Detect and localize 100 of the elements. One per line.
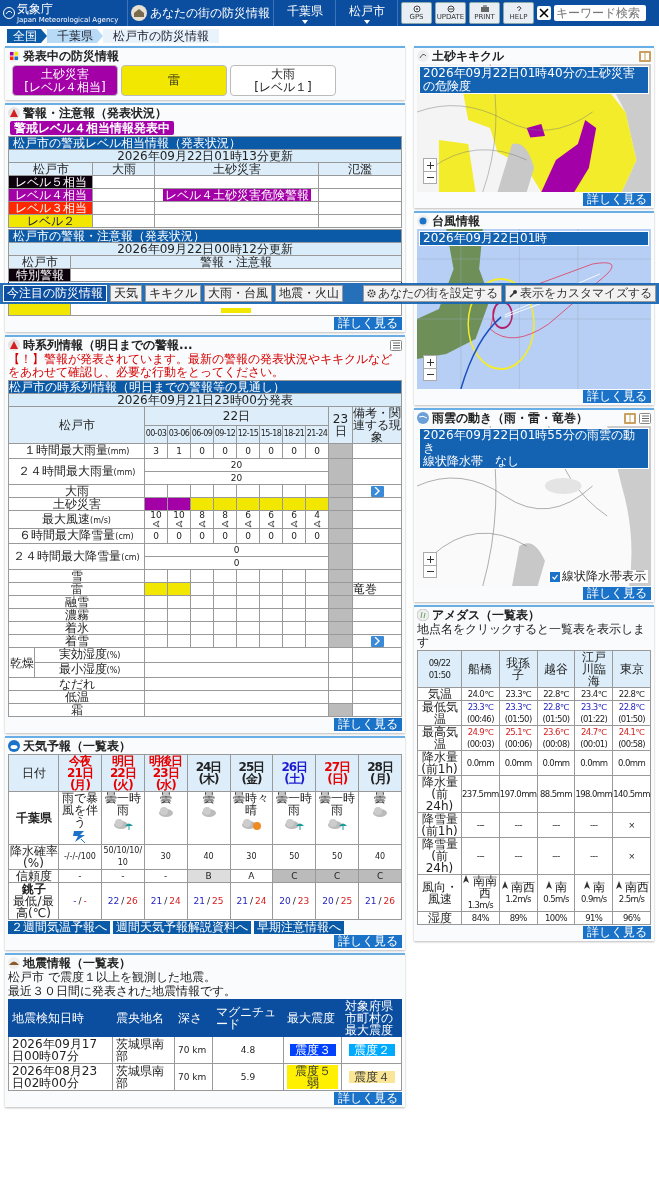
- tab[interactable]: 大雨・台風: [204, 284, 272, 302]
- min-temperature: 21: [150, 896, 163, 906]
- panel-title: 警報・注意報（発表状況）: [23, 106, 168, 120]
- nav-dropdown[interactable]: 松戸市: [335, 0, 397, 26]
- column-header: 対象府県: [345, 1000, 394, 1012]
- separator: /: [378, 896, 382, 906]
- panel-title: 地震情報（一覧表）: [23, 956, 132, 970]
- max-temperature: 24: [254, 896, 267, 906]
- more-button[interactable]: 詳しく見る: [583, 926, 651, 939]
- wind-speed: 1.3m/s: [466, 899, 495, 911]
- wind-direction: 南西: [511, 881, 536, 893]
- wind-speed: 4: [313, 511, 321, 520]
- table-cell: 4.8: [212, 1036, 284, 1064]
- observed-time: (00:01): [579, 738, 609, 750]
- weather-text: 曇一時雨: [318, 792, 357, 816]
- breadcrumb-link[interactable]: 千葉県: [47, 29, 103, 43]
- wind-speed: 8: [198, 511, 206, 520]
- observed-time: (00:03): [465, 738, 495, 750]
- link-button[interactable]: 早期注意情報へ: [254, 921, 344, 934]
- wind-speed: 1.2m/s: [504, 893, 532, 905]
- column-header: 市町村の: [345, 1012, 394, 1024]
- tab[interactable]: 今注目の防災情報: [3, 284, 107, 302]
- table-cell: 2026年09月17日00時07分: [8, 1036, 113, 1064]
- more-button[interactable]: 詳しく見る: [334, 718, 402, 731]
- map-caption: 線状降水帯 なし: [423, 455, 520, 468]
- temperature-value: 24.7℃: [580, 726, 608, 738]
- weather-text: 曇: [201, 792, 216, 804]
- max-temperature: 25: [212, 896, 224, 906]
- action-button[interactable]: あなたの街を設定する: [363, 284, 502, 302]
- panel-title: 時系列情報（明日までの警報...: [23, 338, 194, 352]
- date-label: 22日(火): [108, 767, 137, 791]
- more-button[interactable]: 詳しく見る: [583, 390, 651, 403]
- table-caption: 松戸市の警報・注意報（発表状況）: [8, 229, 402, 243]
- breadcrumb-link[interactable]: 全国: [5, 29, 47, 43]
- row-header: １時間最大雨量: [23, 443, 108, 457]
- nav-dropdown[interactable]: 千葉県: [273, 0, 335, 26]
- temperature-value: 23.3℃: [580, 701, 608, 713]
- max-temperature: 26: [383, 896, 396, 906]
- date-label: 24日(木): [194, 761, 223, 785]
- more-button[interactable]: 詳しく見る: [583, 587, 651, 600]
- panel-title: 雨雲の動き（雨・雷・竜巻）: [432, 411, 589, 425]
- separator: /: [78, 896, 82, 906]
- action-button[interactable]: 表示をカスタマイズする: [505, 284, 656, 302]
- wind-speed: 6: [244, 511, 252, 520]
- temperature-value: 24.9℃: [466, 726, 495, 738]
- nav-item[interactable]: あなたの街の防災情報: [127, 0, 273, 26]
- min-temperature: 21: [365, 896, 377, 906]
- separator: /: [207, 896, 211, 906]
- tab[interactable]: キキクル: [145, 284, 201, 302]
- intensity-badge: 震度５弱: [287, 1065, 338, 1089]
- date-label: 21日(月): [66, 767, 94, 791]
- row-header: ２４時間最大雨量: [17, 463, 114, 478]
- column-header: 最大震度: [287, 1012, 336, 1024]
- search-field[interactable]: キーワード検索: [554, 5, 646, 21]
- date-label: 27日(日): [323, 761, 352, 785]
- row-header: 千葉県: [8, 791, 59, 845]
- station-link[interactable]: 越谷: [537, 650, 575, 688]
- tab[interactable]: 地震・火山: [275, 284, 343, 302]
- link-button[interactable]: 週間天気予報解説資料へ: [113, 921, 251, 934]
- wind-speed: 6: [267, 511, 275, 520]
- row-header: ６時間最大降雪量: [19, 528, 116, 542]
- intensity-badge: 震度３: [289, 1044, 336, 1056]
- more-button[interactable]: 詳しく見る: [583, 193, 651, 206]
- station-link[interactable]: 江戸川臨海: [574, 650, 613, 688]
- level-badge: 警戒レベル４相当情報発表中: [10, 121, 174, 135]
- wind-direction: 南: [555, 881, 567, 893]
- observed-time: (00:08): [541, 738, 571, 750]
- row-header: (前1h): [420, 763, 459, 775]
- breadcrumb-link[interactable]: 松戸市の防災情報: [103, 29, 219, 43]
- column-header: 備考・関連する現象: [352, 406, 402, 444]
- table-cell: 0: [190, 528, 214, 544]
- row-header: 最低気温: [417, 700, 462, 726]
- tab[interactable]: 天気: [110, 284, 142, 302]
- link-button[interactable]: ２週間気温予報へ: [8, 921, 110, 934]
- station-link[interactable]: 我孫子: [499, 650, 538, 688]
- row-header: 実効湿度: [58, 647, 107, 661]
- wind-speed: 8: [221, 511, 229, 520]
- min-temperature: 20: [322, 896, 334, 906]
- unit-label: (mm): [113, 467, 136, 477]
- unit-label: (%): [106, 666, 121, 675]
- date-label: 明日: [110, 755, 136, 767]
- observed-time: (01:50): [541, 713, 571, 725]
- observed-time: (01:22): [579, 713, 609, 725]
- column-header: 09/22 01:50: [417, 650, 462, 688]
- more-button[interactable]: 詳しく見る: [334, 935, 402, 948]
- more-button[interactable]: 詳しく見る: [334, 317, 402, 330]
- table-cell: 0: [236, 528, 260, 544]
- table-cell: 5.9: [212, 1063, 284, 1091]
- station-link[interactable]: 東京: [612, 650, 651, 688]
- unit-label: (cm): [115, 532, 134, 541]
- unit-label: (%): [106, 651, 121, 660]
- more-button[interactable]: 詳しく見る: [334, 1092, 402, 1105]
- map-caption: 2026年09月22日01時55分の雨雲の動き: [423, 429, 636, 455]
- wind-speed: 10: [172, 511, 186, 520]
- panel-title: 発表中の防災情報: [23, 49, 120, 63]
- min-temperature: 20: [279, 896, 291, 906]
- column-header: 最大震度: [345, 1024, 394, 1036]
- hint-text: 最近３０日間に発表された地震情報です。: [8, 985, 237, 998]
- station-name: 銚子: [20, 883, 46, 895]
- station-link[interactable]: 船橋: [461, 650, 500, 688]
